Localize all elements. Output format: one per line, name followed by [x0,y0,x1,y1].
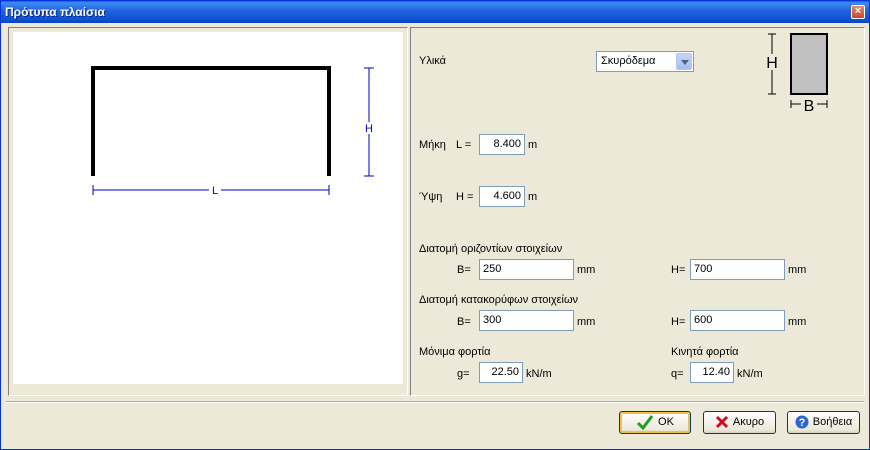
height-label: Ύψη [419,191,443,203]
material-label: Υλικά [419,55,447,67]
section-h-label: H [766,55,778,72]
vertical-section-label: Διατομή κατακορύφων στοιχείων [419,294,579,306]
horizontal-h-unit: mm [788,264,807,276]
height-eq-label: H = [456,191,474,203]
svg-text:?: ? [798,417,805,429]
section-b-label: B [804,98,815,115]
horizontal-b-unit: mm [577,264,596,276]
horizontal-b-input[interactable]: 250 [479,259,574,280]
x-mark-icon [715,416,728,429]
material-select[interactable]: Σκυρόδεμα [596,51,694,72]
vertical-b-unit: mm [577,316,596,328]
live-load-q-label: q= [671,368,684,380]
height-dimension-label: H [365,123,373,135]
dead-load-g-label: g= [457,368,470,380]
vertical-b-label: B= [457,316,471,328]
horizontal-section-label: Διατομή οριζοντίων στοιχείων [419,243,563,255]
dead-load-label: Μόνιμα φορτία [419,346,491,358]
length-eq-label: L = [456,139,472,151]
horizontal-b-label: B= [457,264,471,276]
title-bar: Πρότυπα πλαίσια × [1,1,869,23]
dead-load-unit: kN/m [526,368,552,380]
window-title: Πρότυπα πλαίσια [5,5,105,19]
ok-button[interactable]: OK [619,411,691,434]
frame-drawing: H L [91,66,375,197]
chevron-down-icon[interactable] [676,53,692,70]
frame-preview: H L [13,32,403,384]
close-button[interactable]: × [851,5,865,19]
length-label: Μήκη [419,139,446,151]
horizontal-h-label: H= [671,264,686,276]
question-icon: ? [795,415,809,429]
length-unit: m [528,139,538,151]
vertical-b-input[interactable]: 300 [479,310,574,331]
horizontal-h-input[interactable]: 700 [690,259,785,280]
live-load-unit: kN/m [737,368,763,380]
height-unit: m [528,191,538,203]
vertical-h-input[interactable]: 600 [690,310,785,331]
frame-shape [91,66,331,176]
live-load-label: Κινητά φορτία [671,346,739,358]
cancel-button[interactable]: Ακυρο [703,411,776,434]
length-input[interactable]: 8.400 [479,134,525,155]
height-input[interactable]: 4.600 [479,186,525,207]
section-icon: H B [765,33,828,115]
dialog-window: Πρότυπα πλαίσια × H L Υλικά Σκυρόδεμα H … [0,0,870,450]
vertical-h-unit: mm [788,316,807,328]
preview-panel: H L [8,27,408,396]
length-dimension-label: L [212,185,218,197]
live-load-input[interactable]: 12.40 [690,362,734,383]
material-select-value: Σκυρόδεμα [601,55,656,67]
dead-load-input[interactable]: 22.50 [479,362,523,383]
help-button[interactable]: ? Βοήθεια [787,411,860,434]
vertical-h-label: H= [671,316,686,328]
button-separator [6,401,864,403]
ok-button-label: OK [658,416,674,428]
form-panel: Υλικά Σκυρόδεμα H B Μήκη L = 8.400 m Ύψη… [410,27,865,396]
help-button-label: Βοήθεια [812,416,853,428]
check-icon [636,415,654,431]
cancel-button-label: Ακυρο [732,416,765,428]
